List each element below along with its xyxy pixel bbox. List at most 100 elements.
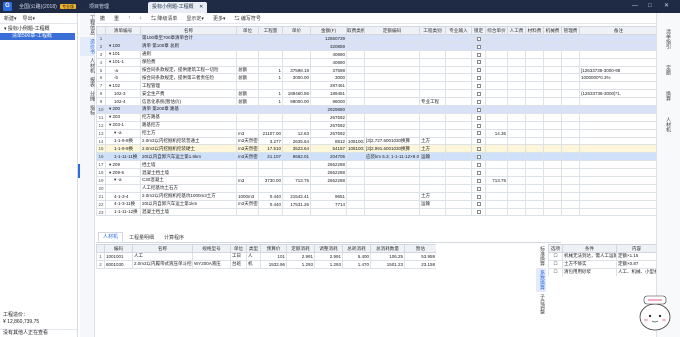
- lock-checkbox[interactable]: [471, 57, 486, 67]
- cell-rate[interactable]: [485, 207, 508, 217]
- table-row[interactable]: 6 -b 按合同条款规定，提供第三者责任险 总额 1 3000.00 3000 1000000…: [96, 73, 656, 83]
- cell-quota[interactable]: [364, 160, 420, 170]
- cell-lab[interactable]: [507, 152, 526, 162]
- cell-name[interactable]: 路基挖方: [140, 120, 237, 130]
- cell-feeclass[interactable]: [346, 120, 365, 130]
- tab-labor-material[interactable]: 人材机: [98, 232, 124, 242]
- lock-checkbox[interactable]: [471, 41, 486, 51]
- side-tab-boq-guide[interactable]: 清单指引: [665, 29, 672, 49]
- cell-code[interactable]: 4-1-3-4: [105, 191, 141, 201]
- cell-mgmt[interactable]: [561, 89, 580, 99]
- cell-price[interactable]: [282, 105, 311, 114]
- cell-name[interactable]: 清单 第100章 总则: [140, 41, 237, 51]
- cell-mach[interactable]: [543, 49, 562, 59]
- cell-cat[interactable]: [419, 105, 446, 114]
- resource-cell[interactable]: 1532.96: [260, 259, 287, 269]
- cell-name[interactable]: C30混凝土: [140, 176, 237, 185]
- cell-qty[interactable]: 1: [258, 89, 283, 99]
- cell-mach[interactable]: [543, 128, 562, 138]
- nav-indicators[interactable]: 指标: [80, 103, 95, 117]
- cell-note[interactable]: [579, 49, 656, 59]
- cell-spec[interactable]: [445, 176, 472, 185]
- cell-name[interactable]: 挖方路基: [140, 112, 237, 122]
- column-header[interactable]: 清单编号: [105, 26, 141, 35]
- cell-cat[interactable]: [419, 65, 446, 75]
- cell-qty[interactable]: [258, 160, 283, 170]
- cell-cat[interactable]: [419, 73, 446, 83]
- tree-root-node[interactable]: ▾ 投标小例题-工程概: [0, 24, 77, 33]
- cell-mach[interactable]: [543, 97, 562, 107]
- checkbox-icon[interactable]: [476, 52, 481, 57]
- cell-mgmt[interactable]: [561, 191, 580, 201]
- cell-amount[interactable]: 12860739: [310, 34, 347, 43]
- cell-cat[interactable]: 运输: [419, 152, 446, 162]
- cell-quota[interactable]: [364, 128, 420, 138]
- cell-mgmt[interactable]: [561, 97, 580, 107]
- table-row[interactable]: 9 102-4 信息化系统(暂估价) 总额 1 98000.00 98000 专业工程: [96, 97, 656, 107]
- cell-name[interactable]: 2.0m3以内挖掘机挖装普通土: [140, 136, 237, 146]
- column-header[interactable]: 工程量: [258, 26, 283, 35]
- tab-calc-program[interactable]: 计算程序: [160, 234, 188, 242]
- cell-mgmt[interactable]: [561, 73, 580, 83]
- cell-quota[interactable]: [364, 89, 420, 99]
- checkbox-icon[interactable]: [476, 139, 481, 144]
- cell-rate[interactable]: [485, 183, 508, 193]
- cell-quota[interactable]: [364, 49, 420, 59]
- cell-amount[interactable]: 287461: [310, 81, 347, 91]
- option-checkbox[interactable]: ☐: [548, 267, 563, 276]
- cell-qty[interactable]: 21.107: [258, 152, 283, 162]
- cell-name[interactable]: 混凝土挡土墙: [140, 168, 237, 178]
- cell-price[interactable]: [282, 81, 311, 91]
- column-header[interactable]: 暂估: [404, 244, 436, 253]
- cell-price[interactable]: 12.63: [282, 128, 311, 138]
- cell-mat[interactable]: [525, 49, 544, 59]
- checkbox-icon[interactable]: [476, 123, 481, 128]
- tree-child-node[interactable]: 清单500章-工程概: [0, 33, 75, 40]
- cell-note[interactable]: [579, 183, 656, 193]
- cell-code[interactable]: -b: [105, 73, 141, 83]
- cell-rate[interactable]: [485, 120, 508, 130]
- cell-rate[interactable]: [485, 112, 508, 122]
- cell-qty[interactable]: 3730.00: [258, 176, 283, 185]
- resource-cell[interactable]: 106.25: [370, 252, 405, 261]
- maximize-icon[interactable]: □: [648, 2, 652, 11]
- cell-cat[interactable]: [419, 160, 446, 170]
- cell-note[interactable]: [579, 191, 656, 201]
- column-header[interactable]: 单位: [236, 26, 259, 35]
- cell-feeclass[interactable]: [346, 160, 365, 170]
- cell-qty[interactable]: [258, 41, 283, 51]
- cell-cat[interactable]: [419, 49, 446, 59]
- conversion-row[interactable]: ☐ 土方不够实 定额×0.87: [548, 259, 656, 269]
- cell-cat[interactable]: [419, 41, 446, 51]
- option-checkbox[interactable]: ☐: [548, 259, 563, 269]
- cell-price[interactable]: 3523.64: [282, 144, 311, 154]
- cell-mgmt[interactable]: [561, 128, 580, 138]
- cell-mach[interactable]: [543, 34, 562, 43]
- tab-quantity-detail[interactable]: 工程量明细: [125, 234, 158, 242]
- cell-qty[interactable]: 17.510: [258, 144, 283, 154]
- cell-quota[interactable]: [364, 73, 420, 83]
- cell-rate[interactable]: [485, 41, 508, 51]
- cell-price[interactable]: 2635.64: [282, 136, 311, 146]
- resource-cell[interactable]: WY200A液压: [192, 259, 231, 269]
- checkbox-icon[interactable]: [476, 186, 481, 191]
- nav-allocation[interactable]: 分摊: [80, 89, 95, 103]
- cell-cat[interactable]: 运输: [419, 199, 446, 209]
- cell-price[interactable]: [282, 34, 311, 43]
- cell-unit[interactable]: 总额: [236, 73, 259, 83]
- side-tab-resources[interactable]: 人材机: [665, 117, 672, 132]
- resource-cell[interactable]: 1.470: [342, 259, 371, 269]
- cell-amount[interactable]: 7714: [310, 199, 347, 209]
- cell-unit[interactable]: 总额: [236, 89, 259, 99]
- cell-spec[interactable]: [445, 168, 472, 178]
- cell-feeclass[interactable]: [346, 57, 365, 67]
- cell-note[interactable]: [579, 120, 656, 130]
- cell-rate[interactable]: [485, 105, 508, 114]
- cell-qty[interactable]: [258, 168, 283, 178]
- cell-quota[interactable]: [364, 97, 420, 107]
- column-header[interactable]: 机械费: [543, 26, 562, 35]
- cell-mat[interactable]: [525, 144, 544, 154]
- column-header[interactable]: 定额编码: [364, 26, 420, 35]
- cell-code[interactable]: ▾ 203-1: [105, 120, 141, 130]
- lock-checkbox[interactable]: [471, 183, 486, 193]
